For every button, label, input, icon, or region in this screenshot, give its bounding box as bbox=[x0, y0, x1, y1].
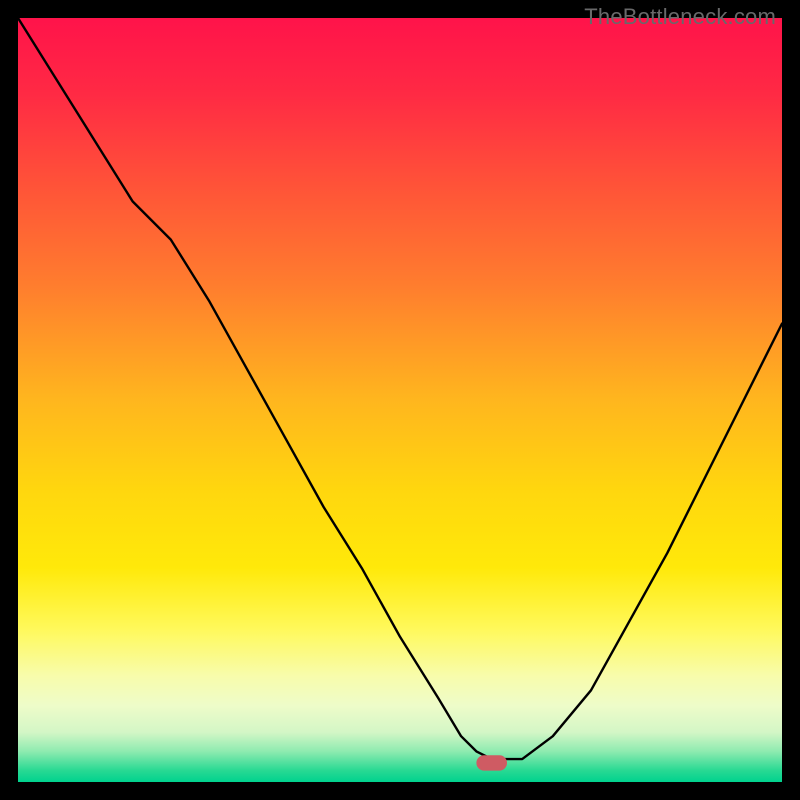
plot-area bbox=[18, 18, 782, 782]
gradient-background bbox=[18, 18, 782, 782]
watermark-text: TheBottleneck.com bbox=[584, 4, 776, 30]
optimal-marker bbox=[476, 755, 507, 770]
chart-svg bbox=[18, 18, 782, 782]
chart-frame: TheBottleneck.com bbox=[0, 0, 800, 800]
